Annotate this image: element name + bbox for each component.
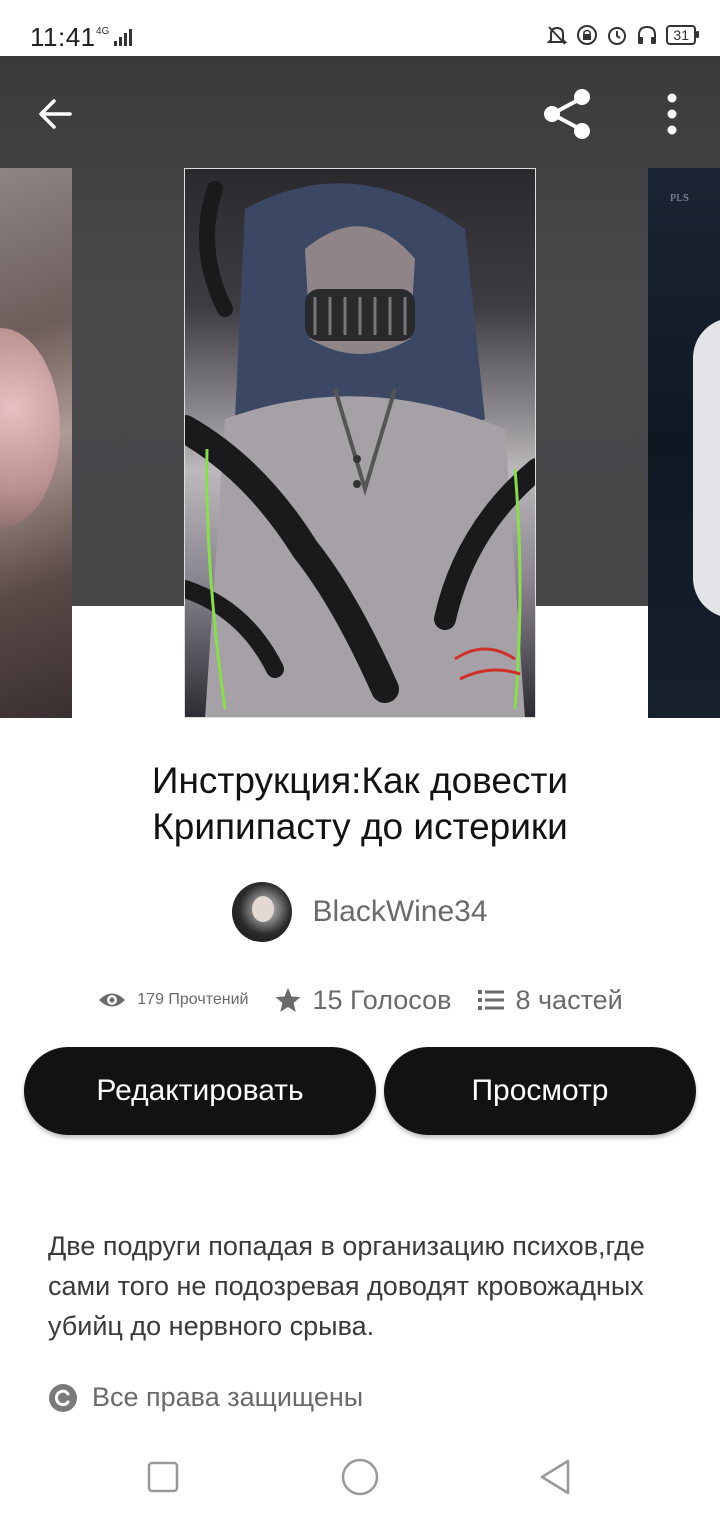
votes-count: 15 Голосов [312,984,452,1015]
square-icon [147,1461,179,1493]
list-icon [478,990,505,1010]
recent-apps-button[interactable] [138,1452,188,1502]
signal-icon [114,28,132,46]
story-stats: 179 Прочтений 15 Голосов 8 частей [0,978,720,1022]
status-icons: 31 [546,24,699,46]
copyright-info: Все права защищены [48,1382,363,1413]
triangle-back-icon [540,1459,570,1495]
share-button[interactable] [538,84,598,144]
alarm-icon [608,27,627,45]
lock-rotation-icon [577,25,598,45]
battery-indicator: 31 [666,25,699,45]
cover-art [185,181,535,717]
cover-next[interactable]: PLS [648,168,720,718]
status-bar: 11:41 4G 31 [0,0,720,56]
avatar [232,882,293,942]
author-name: BlackWine34 [312,895,488,928]
star-icon [275,988,301,1012]
author-link[interactable]: BlackWine34 [0,882,720,942]
votes-stat: 15 Голосов [274,985,451,1016]
arrow-left-icon [39,99,72,129]
bell-off-icon [547,26,568,45]
parts-count: 8 частей [515,984,623,1015]
edit-button[interactable]: Редактировать [24,1047,376,1135]
story-title: Инструкция:Как довести Крипипасту до ист… [151,760,569,847]
copyright-icon [49,1383,77,1412]
back-button[interactable] [28,86,84,142]
story-description: Две подруги попадая в организацию психов… [48,1231,645,1341]
more-vertical-icon [667,93,677,135]
headphones-icon [638,25,657,44]
cover-current[interactable] [184,168,536,718]
reads-count: 179 Прочтений [137,991,249,1008]
circle-icon [341,1458,379,1496]
system-back-button[interactable] [530,1452,580,1502]
more-options-button[interactable] [650,86,694,142]
copyright-text: Все права защищены [92,1382,364,1412]
cover-previous[interactable] [0,168,72,718]
network-type: 4G [96,26,110,37]
reads-stat: 179 Прочтений [97,989,248,1011]
parts-stat: 8 частей [477,984,623,1016]
cover-art [693,318,720,618]
preview-button[interactable]: Просмотр [384,1047,696,1135]
cover-next-caption: PLS [670,192,689,204]
status-time: 11:41 [30,22,96,52]
cover-art [0,328,60,528]
share-icon [544,89,590,139]
eye-icon [99,993,126,1007]
system-nav-bar [0,1432,720,1520]
home-button[interactable] [335,1452,385,1502]
top-bar [0,56,720,166]
